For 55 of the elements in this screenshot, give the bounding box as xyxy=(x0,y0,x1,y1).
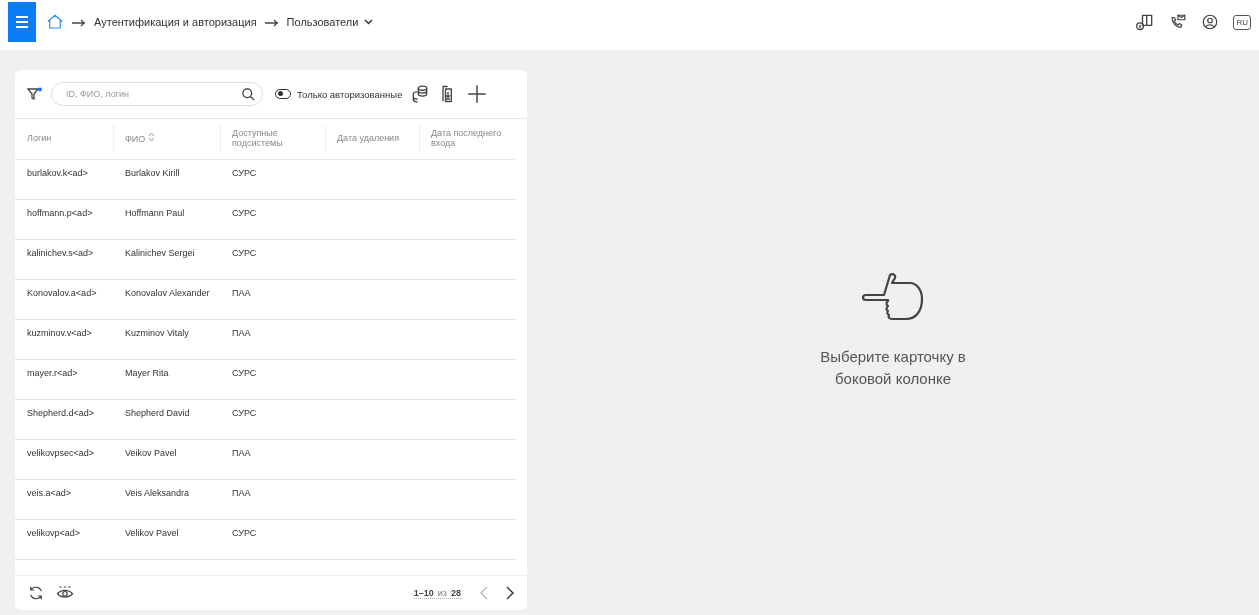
table-cell: Kalinichev Sergei xyxy=(125,248,195,258)
breadcrumb-link[interactable]: Пользователи xyxy=(286,16,374,28)
table-cell: Kuzminov Vitaly xyxy=(125,328,189,338)
language-button[interactable]: RU xyxy=(1233,14,1251,30)
table-cell: hoffmann.p<ad> xyxy=(27,208,93,218)
table-cell: Hoffmann Paul xyxy=(125,208,185,218)
toggle-label: Только авторизованные xyxy=(297,88,403,100)
search-icon[interactable] xyxy=(241,86,256,102)
table-cell: СУРС xyxy=(232,168,257,178)
breadcrumb-link[interactable]: Аутентификация и авторизация xyxy=(94,16,257,28)
table-cell: Konovalov.a<ad> xyxy=(27,288,97,298)
column-header[interactable]: Дата последнего входа xyxy=(431,128,511,149)
column-header[interactable]: Логин xyxy=(27,133,52,144)
table-cell: kuzminov.v<ad> xyxy=(27,328,92,338)
pagination-info[interactable]: 1–10 из 28 xyxy=(413,587,461,599)
table-cell: ПАА xyxy=(232,328,251,338)
user-icon[interactable] xyxy=(1201,13,1220,31)
arrow-right-icon xyxy=(72,19,86,27)
phone-mail-icon[interactable] xyxy=(1169,13,1188,31)
table-cell: velikovpsec<ad> xyxy=(27,448,95,458)
column-header[interactable]: Дата удаления xyxy=(337,133,399,144)
menu-button[interactable] xyxy=(8,2,36,42)
table-cell: СУРС xyxy=(232,368,257,378)
table-cell: СУРС xyxy=(232,248,257,258)
home-icon[interactable] xyxy=(46,13,64,31)
chevron-right-icon[interactable] xyxy=(505,586,515,600)
table-cell: ПАА xyxy=(232,488,251,498)
column-header[interactable]: ФИО xyxy=(125,134,146,145)
add-icon[interactable] xyxy=(466,83,489,105)
table-cell: ПАА xyxy=(232,448,251,458)
menu-icon xyxy=(15,16,29,28)
table-cell: burlakov.k<ad> xyxy=(27,168,88,178)
table-cell: Konovalov Alexander xyxy=(125,288,210,298)
table-cell: Veis Aleksandra xyxy=(125,488,190,498)
table-cell: Shepherd.d<ad> xyxy=(27,408,95,418)
table-cell: СУРС xyxy=(232,528,257,538)
table-cell: velikovp<ad> xyxy=(27,528,81,538)
table-cell: СУРС xyxy=(232,208,257,218)
table-cell: СУРС xyxy=(232,408,257,418)
table-cell: mayer.r<ad> xyxy=(27,368,78,378)
refresh-icon[interactable] xyxy=(27,584,45,602)
table-cell: Burlakov Kirill xyxy=(125,168,180,178)
table-cell: ПАА xyxy=(232,288,251,298)
table-cell: veis.a<ad> xyxy=(27,488,72,498)
filter-icon[interactable] xyxy=(27,87,43,101)
chevron-down-icon[interactable] xyxy=(364,19,374,25)
table-cell: kalinichev.s<ad> xyxy=(27,248,94,258)
table-cell: Velikov Pavel xyxy=(125,528,179,538)
sort-icon[interactable] xyxy=(147,132,155,143)
arrow-right-icon xyxy=(264,19,279,27)
table-cell: Mayer Rita xyxy=(125,368,169,378)
column-header[interactable]: Доступные подсистемы xyxy=(232,128,321,149)
empty-state-message: Выберите карточку в боковой колонке xyxy=(819,347,967,389)
table-cell: Shepherd David xyxy=(125,408,190,418)
table-cell: Veikov Pavel xyxy=(125,448,177,458)
